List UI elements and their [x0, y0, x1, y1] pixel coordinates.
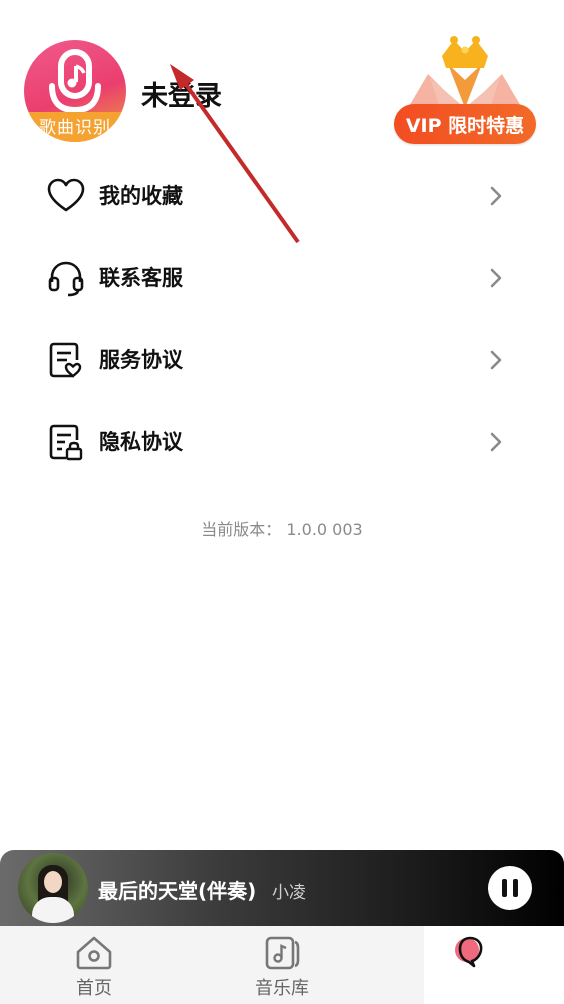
menu-label: 我的收藏 [99, 184, 183, 208]
crown-icon [408, 36, 522, 108]
chevron-right-icon [490, 268, 502, 288]
vip-promo-button[interactable]: VIP 限时特惠 [390, 34, 540, 146]
menu-label: 服务协议 [99, 348, 183, 372]
tab-profile[interactable] [376, 926, 564, 1004]
tab-label: 音乐库 [255, 978, 309, 999]
tab-music-library[interactable]: 音乐库 [188, 926, 376, 1004]
document-heart-icon [49, 342, 82, 378]
menu-item-privacy-policy[interactable]: 隐私协议 [0, 402, 564, 484]
chevron-right-icon [490, 432, 502, 452]
tab-label: 首页 [76, 978, 112, 999]
song-artist: 小凌 [272, 883, 306, 903]
document-lock-icon [49, 424, 83, 461]
avatar-caption: 歌曲识别 [39, 118, 111, 138]
bottom-tab-bar: 首页 音乐库 [0, 926, 564, 1004]
song-title: 最后的天堂(伴奏) [98, 879, 257, 903]
headset-icon [48, 261, 84, 297]
music-library-icon [265, 936, 300, 970]
chevron-right-icon [490, 186, 502, 206]
mini-player[interactable]: 最后的天堂(伴奏) 小凌 [0, 850, 564, 926]
menu-label: 隐私协议 [99, 430, 183, 454]
chevron-right-icon [490, 350, 502, 370]
vip-label: VIP 限时特惠 [405, 115, 525, 137]
menu-item-customer-service[interactable]: 联系客服 [0, 238, 564, 320]
profile-icon [455, 936, 483, 968]
menu-item-service-agreement[interactable]: 服务协议 [0, 320, 564, 402]
app-version: 当前版本： 1.0.0 003 [201, 520, 363, 539]
menu-item-favorites[interactable]: 我的收藏 [0, 156, 564, 238]
tab-home[interactable]: 首页 [0, 926, 188, 1004]
home-icon [76, 936, 112, 970]
app-logo-avatar[interactable]: 歌曲识别 [24, 40, 126, 142]
pause-button[interactable] [488, 866, 532, 910]
album-cover[interactable] [18, 853, 88, 923]
heart-icon [47, 178, 85, 212]
menu-label: 联系客服 [99, 266, 183, 290]
